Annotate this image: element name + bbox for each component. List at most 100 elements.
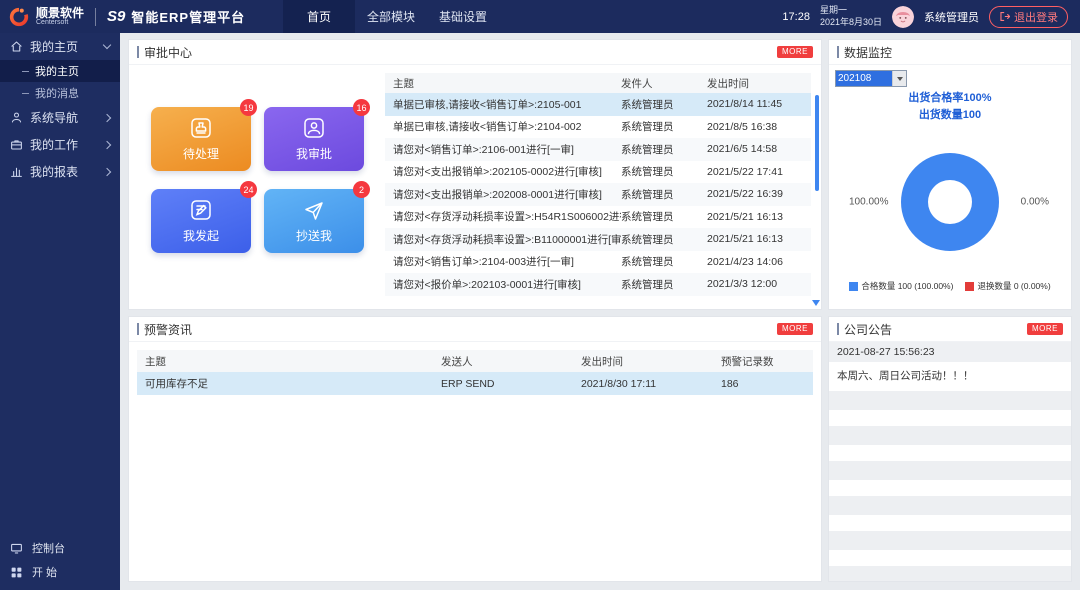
topbar-right: 17:28 星期一 2021年8月30日 系统管理员 退出登录: [782, 0, 1080, 33]
logo-divider: [95, 8, 96, 26]
table-row[interactable]: 请您对<销售订单>:2106-001进行[一审] 系统管理员 2021/6/5 …: [385, 138, 811, 161]
tab-home[interactable]: 首页: [283, 0, 355, 33]
legend-item-return: 退换数量 0 (0.00%): [965, 280, 1050, 292]
warning-info-panel: 预警资讯 MORE 主题 发送人 发出时间 预警记录数 可用库存不足 ERP S…: [128, 316, 822, 582]
announcement-placeholder-row: [829, 461, 1071, 480]
sidebar-item-my-messages[interactable]: 我的消息: [0, 82, 120, 104]
sidebar-item-my-home[interactable]: 我的主页: [0, 60, 120, 82]
table-row[interactable]: 请您对<销售订单>:2104-003进行[一审] 系统管理员 2021/4/23…: [385, 251, 811, 274]
tile-my-approvals[interactable]: 16 我审批: [264, 107, 364, 171]
panel-title: 审批中心: [137, 44, 192, 61]
tab-all-modules[interactable]: 全部模块: [355, 0, 427, 33]
sidebar-group-my-home[interactable]: 我的主页: [0, 33, 120, 60]
table-row[interactable]: 请您对<支出报销单>:202105-0002进行[审核] 系统管理员 2021/…: [385, 161, 811, 184]
sidebar-group-system-nav[interactable]: 系统导航: [0, 104, 120, 131]
document-edit-icon: [189, 198, 213, 222]
warning-title-text: 预警资讯: [144, 321, 192, 338]
chevron-right-icon: [103, 113, 111, 121]
cell-subject: 请您对<销售订单>:2106-001进行[一审]: [385, 142, 621, 157]
sidebar-group-my-reports[interactable]: 我的报表: [0, 158, 120, 185]
chart-legend: 合格数量 100 (100.00%) 退换数量 0 (0.00%): [835, 280, 1065, 292]
tile-pending[interactable]: 19 待处理: [151, 107, 251, 171]
sidebar-item-label: 我的消息: [35, 85, 79, 101]
cell-subject: 请您对<存货浮动耗损率设置>:B11000001进行[审核]: [385, 232, 621, 247]
tile-initiated-by-me[interactable]: 24 我发起: [151, 189, 251, 253]
logout-label: 退出登录: [1014, 9, 1058, 25]
cell-subject: 请您对<支出报销单>:202105-0002进行[审核]: [385, 164, 621, 179]
user-avatar[interactable]: [892, 6, 914, 28]
approval-rows: 单据已审核,请接收<销售订单>:2105-001 系统管理员 2021/8/14…: [385, 93, 811, 296]
table-row[interactable]: 请您对<报价单>:202103-0001进行[审核] 系统管理员 2021/3/…: [385, 273, 811, 296]
announcement-text[interactable]: 本周六、周日公司活动！！！: [829, 362, 1071, 391]
table-row[interactable]: 可用库存不足 ERP SEND 2021/8/30 17:11 186: [137, 372, 813, 395]
approval-title-text: 审批中心: [144, 44, 192, 61]
header-time: 发出时间: [581, 354, 721, 369]
chevron-right-icon: [103, 167, 111, 175]
legend-label: 合格数量 100 (100.00%): [861, 280, 953, 292]
cell-subject: 单据已审核,请接收<销售订单>:2104-002: [385, 119, 621, 134]
pending-count-badge: 19: [240, 99, 257, 116]
console-label: 控制台: [32, 540, 65, 556]
sidebar-group-label: 我的工作: [30, 136, 78, 153]
cell-time: 2021/4/23 14:06: [707, 256, 811, 268]
cell-time: 2021/8/30 17:11: [581, 378, 721, 390]
table-row[interactable]: 请您对<支出报销单>:202008-0001进行[审核] 系统管理员 2021/…: [385, 183, 811, 206]
announcement-placeholder-row: [829, 531, 1071, 550]
pass-rate-text: 出货合格率100%: [835, 90, 1065, 107]
sidebar-group-my-work[interactable]: 我的工作: [0, 131, 120, 158]
announcements-panel-header: 公司公告 MORE: [829, 317, 1071, 342]
shipment-stats: 出货合格率100% 出货数量100: [835, 90, 1065, 124]
logo-text: 顺景软件 Centersoft: [36, 7, 84, 27]
monitoring-panel-header: 数据监控: [829, 40, 1071, 65]
tile-label: 我发起: [183, 227, 219, 244]
legend-label: 退换数量 0 (0.00%): [977, 280, 1050, 292]
cc-count-badge: 2: [353, 181, 370, 198]
approval-more-button[interactable]: MORE: [777, 46, 813, 58]
stamp-icon: [189, 116, 213, 140]
console-button[interactable]: 控制台: [0, 536, 120, 560]
tab-basic-settings[interactable]: 基础设置: [427, 0, 499, 33]
period-select[interactable]: 202108: [835, 70, 907, 87]
cell-subject: 单据已审核,请接收<销售订单>:2105-001: [385, 97, 621, 112]
combo-dropdown-icon[interactable]: [892, 71, 906, 86]
warning-more-button[interactable]: MORE: [777, 323, 813, 335]
topbar: 顺景软件 Centersoft S9 智能ERP管理平台 首页 全部模块 基础设…: [0, 0, 1080, 33]
announcements-more-button[interactable]: MORE: [1027, 323, 1063, 335]
table-row[interactable]: 请您对<存货浮动耗损率设置>:H54R1S006002进行[审核] 系统管理员 …: [385, 206, 811, 229]
sidebar-group-label: 我的主页: [30, 38, 78, 55]
cell-time: 2021/6/5 14:58: [707, 143, 811, 155]
donut-chart-area: 100.00% 0.00%: [835, 146, 1065, 258]
logout-button[interactable]: 退出登录: [989, 6, 1068, 28]
approval-panel-header: 审批中心 MORE: [129, 40, 821, 65]
table-row[interactable]: 单据已审核,请接收<销售订单>:2105-001 系统管理员 2021/8/14…: [385, 93, 811, 116]
tile-label: 抄送我: [296, 227, 332, 244]
warning-panel-header: 预警资讯 MORE: [129, 317, 821, 342]
period-value: 202108: [836, 71, 892, 86]
table-row[interactable]: 单据已审核,请接收<销售订单>:2104-002 系统管理员 2021/8/5 …: [385, 116, 811, 139]
logo-subtitle: Centersoft: [36, 19, 84, 26]
cell-subject: 请您对<报价单>:202103-0001进行[审核]: [385, 277, 621, 292]
table-row[interactable]: 请您对<存货浮动耗损率设置>:B11000001进行[审核] 系统管理员 202…: [385, 228, 811, 251]
date-label: 2021年8月30日: [820, 17, 882, 29]
header-subject: 主题: [137, 354, 441, 369]
tile-cc-to-me[interactable]: 2 抄送我: [264, 189, 364, 253]
warning-table: 主题 发送人 发出时间 预警记录数 可用库存不足 ERP SEND 2021/8…: [137, 350, 813, 395]
start-button[interactable]: 开 始: [0, 560, 120, 584]
approver-icon: [302, 116, 326, 140]
cell-sender: 系统管理员: [621, 164, 707, 179]
sidebar-group-label: 系统导航: [30, 109, 78, 126]
scroll-down-arrow[interactable]: [812, 300, 820, 306]
cell-time: 2021/8/5 16:38: [707, 121, 811, 133]
header-subject: 主题: [385, 76, 621, 91]
cell-time: 2021/5/22 17:41: [707, 166, 811, 178]
current-user-name: 系统管理员: [924, 9, 979, 25]
warning-table-header: 主题 发送人 发出时间 预警记录数: [137, 350, 813, 372]
cell-sender: 系统管理员: [621, 254, 707, 269]
announcements-title-text: 公司公告: [844, 321, 892, 338]
sidebar-group-label: 我的报表: [30, 163, 78, 180]
cell-time: 2021/3/3 12:00: [707, 278, 811, 290]
table-scrollbar[interactable]: [815, 95, 819, 191]
start-label: 开 始: [32, 564, 57, 580]
clock-time: 17:28: [782, 11, 810, 23]
cell-sender: 系统管理员: [621, 119, 707, 134]
